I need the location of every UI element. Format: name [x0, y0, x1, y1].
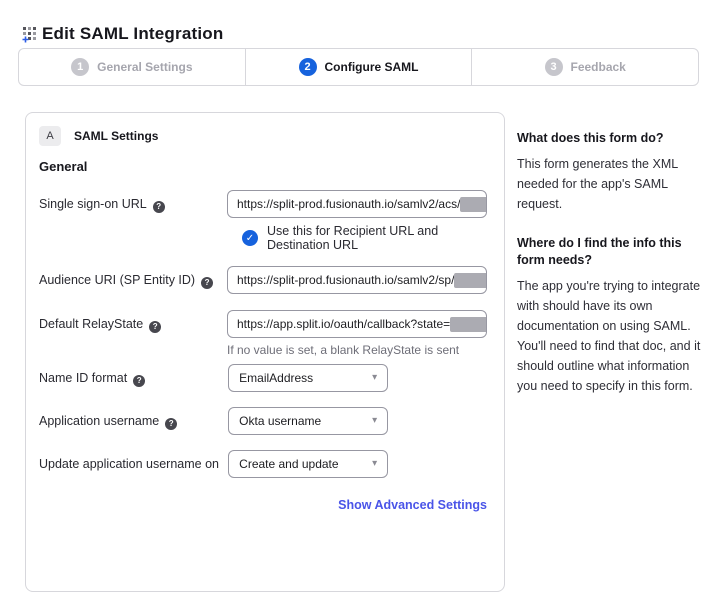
update-username-row: Update application username on Create an…: [39, 450, 487, 478]
sidebar-answer-1: This form generates the XML needed for t…: [517, 154, 709, 214]
step-number-badge: 2: [299, 58, 317, 76]
step-number-badge: 3: [545, 58, 563, 76]
application-username-value: Okta username: [239, 414, 321, 428]
wizard-stepper: 1 General Settings 2 Configure SAML 3 Fe…: [18, 48, 699, 86]
step-number-badge: 1: [71, 58, 89, 76]
saml-settings-panel: A SAML Settings General Single sign-on U…: [25, 112, 505, 592]
sso-url-label: Single sign-on URL?: [39, 190, 227, 218]
step-general-settings[interactable]: 1 General Settings: [19, 49, 246, 85]
redacted-value-box: [454, 273, 487, 288]
audience-uri-row: Audience URI (SP Entity ID)? https://spl…: [39, 266, 487, 294]
step-label: Configure SAML: [325, 60, 419, 74]
step-label: Feedback: [571, 60, 626, 74]
audience-uri-label: Audience URI (SP Entity ID)?: [39, 266, 227, 294]
sso-url-input[interactable]: https://split-prod.fusionauth.io/samlv2/…: [227, 190, 487, 218]
update-username-value: Create and update: [239, 457, 338, 471]
audience-uri-input[interactable]: https://split-prod.fusionauth.io/samlv2/…: [227, 266, 487, 294]
page-title: Edit SAML Integration: [42, 24, 223, 44]
help-icon[interactable]: ?: [133, 375, 145, 387]
help-icon[interactable]: ?: [165, 418, 177, 430]
relaystate-helper-text: If no value is set, a blank RelayState i…: [227, 343, 487, 358]
nameid-format-label: Name ID format?: [39, 364, 228, 392]
audience-uri-value: https://split-prod.fusionauth.io/samlv2/…: [237, 273, 454, 287]
application-username-select[interactable]: Okta username ▾: [228, 407, 388, 435]
chevron-down-icon: ▾: [372, 373, 377, 383]
relaystate-row: Default RelayState? https://app.split.io…: [39, 310, 487, 358]
recipient-url-checkbox-row: ✓ Use this for Recipient URL and Destina…: [242, 224, 487, 252]
chevron-down-icon: ▾: [372, 416, 377, 426]
help-icon[interactable]: ?: [149, 321, 161, 333]
recipient-url-checkbox[interactable]: ✓: [242, 230, 258, 246]
nameid-format-row: Name ID format? EmailAddress ▾: [39, 364, 487, 392]
nameid-format-value: EmailAddress: [239, 371, 313, 385]
help-icon[interactable]: ?: [201, 277, 213, 289]
application-username-label: Application username?: [39, 407, 228, 435]
recipient-url-checkbox-label: Use this for Recipient URL and Destinati…: [267, 224, 487, 252]
redacted-value-box: [460, 197, 487, 212]
sidebar-question-2: Where do I find the info this form needs…: [517, 235, 709, 269]
show-advanced-settings-link[interactable]: Show Advanced Settings: [338, 498, 487, 512]
relaystate-input[interactable]: https://app.split.io/oauth/callback?stat…: [227, 310, 487, 338]
panel-title: SAML Settings: [74, 129, 158, 143]
app-grid-plus-icon: [22, 26, 39, 43]
step-configure-saml[interactable]: 2 Configure SAML: [246, 49, 473, 85]
section-a-badge: A: [39, 126, 61, 146]
sso-url-value: https://split-prod.fusionauth.io/samlv2/…: [237, 197, 460, 211]
sidebar-question-1: What does this form do?: [517, 130, 709, 147]
nameid-format-select[interactable]: EmailAddress ▾: [228, 364, 388, 392]
relaystate-value: https://app.split.io/oauth/callback?stat…: [237, 317, 450, 331]
step-label: General Settings: [97, 60, 192, 74]
help-sidebar: What does this form do? This form genera…: [517, 130, 709, 417]
general-section-heading: General: [39, 159, 487, 174]
panel-header: A SAML Settings: [39, 126, 487, 146]
step-feedback[interactable]: 3 Feedback: [472, 49, 698, 85]
relaystate-label: Default RelayState?: [39, 310, 227, 358]
help-icon[interactable]: ?: [153, 201, 165, 213]
chevron-down-icon: ▾: [372, 459, 377, 469]
redacted-value-box: [450, 317, 487, 332]
update-username-label: Update application username on: [39, 450, 228, 478]
sso-url-row: Single sign-on URL? https://split-prod.f…: [39, 190, 487, 218]
update-username-select[interactable]: Create and update ▾: [228, 450, 388, 478]
sidebar-answer-2: The app you're trying to integrate with …: [517, 276, 709, 396]
application-username-row: Application username? Okta username ▾: [39, 407, 487, 435]
